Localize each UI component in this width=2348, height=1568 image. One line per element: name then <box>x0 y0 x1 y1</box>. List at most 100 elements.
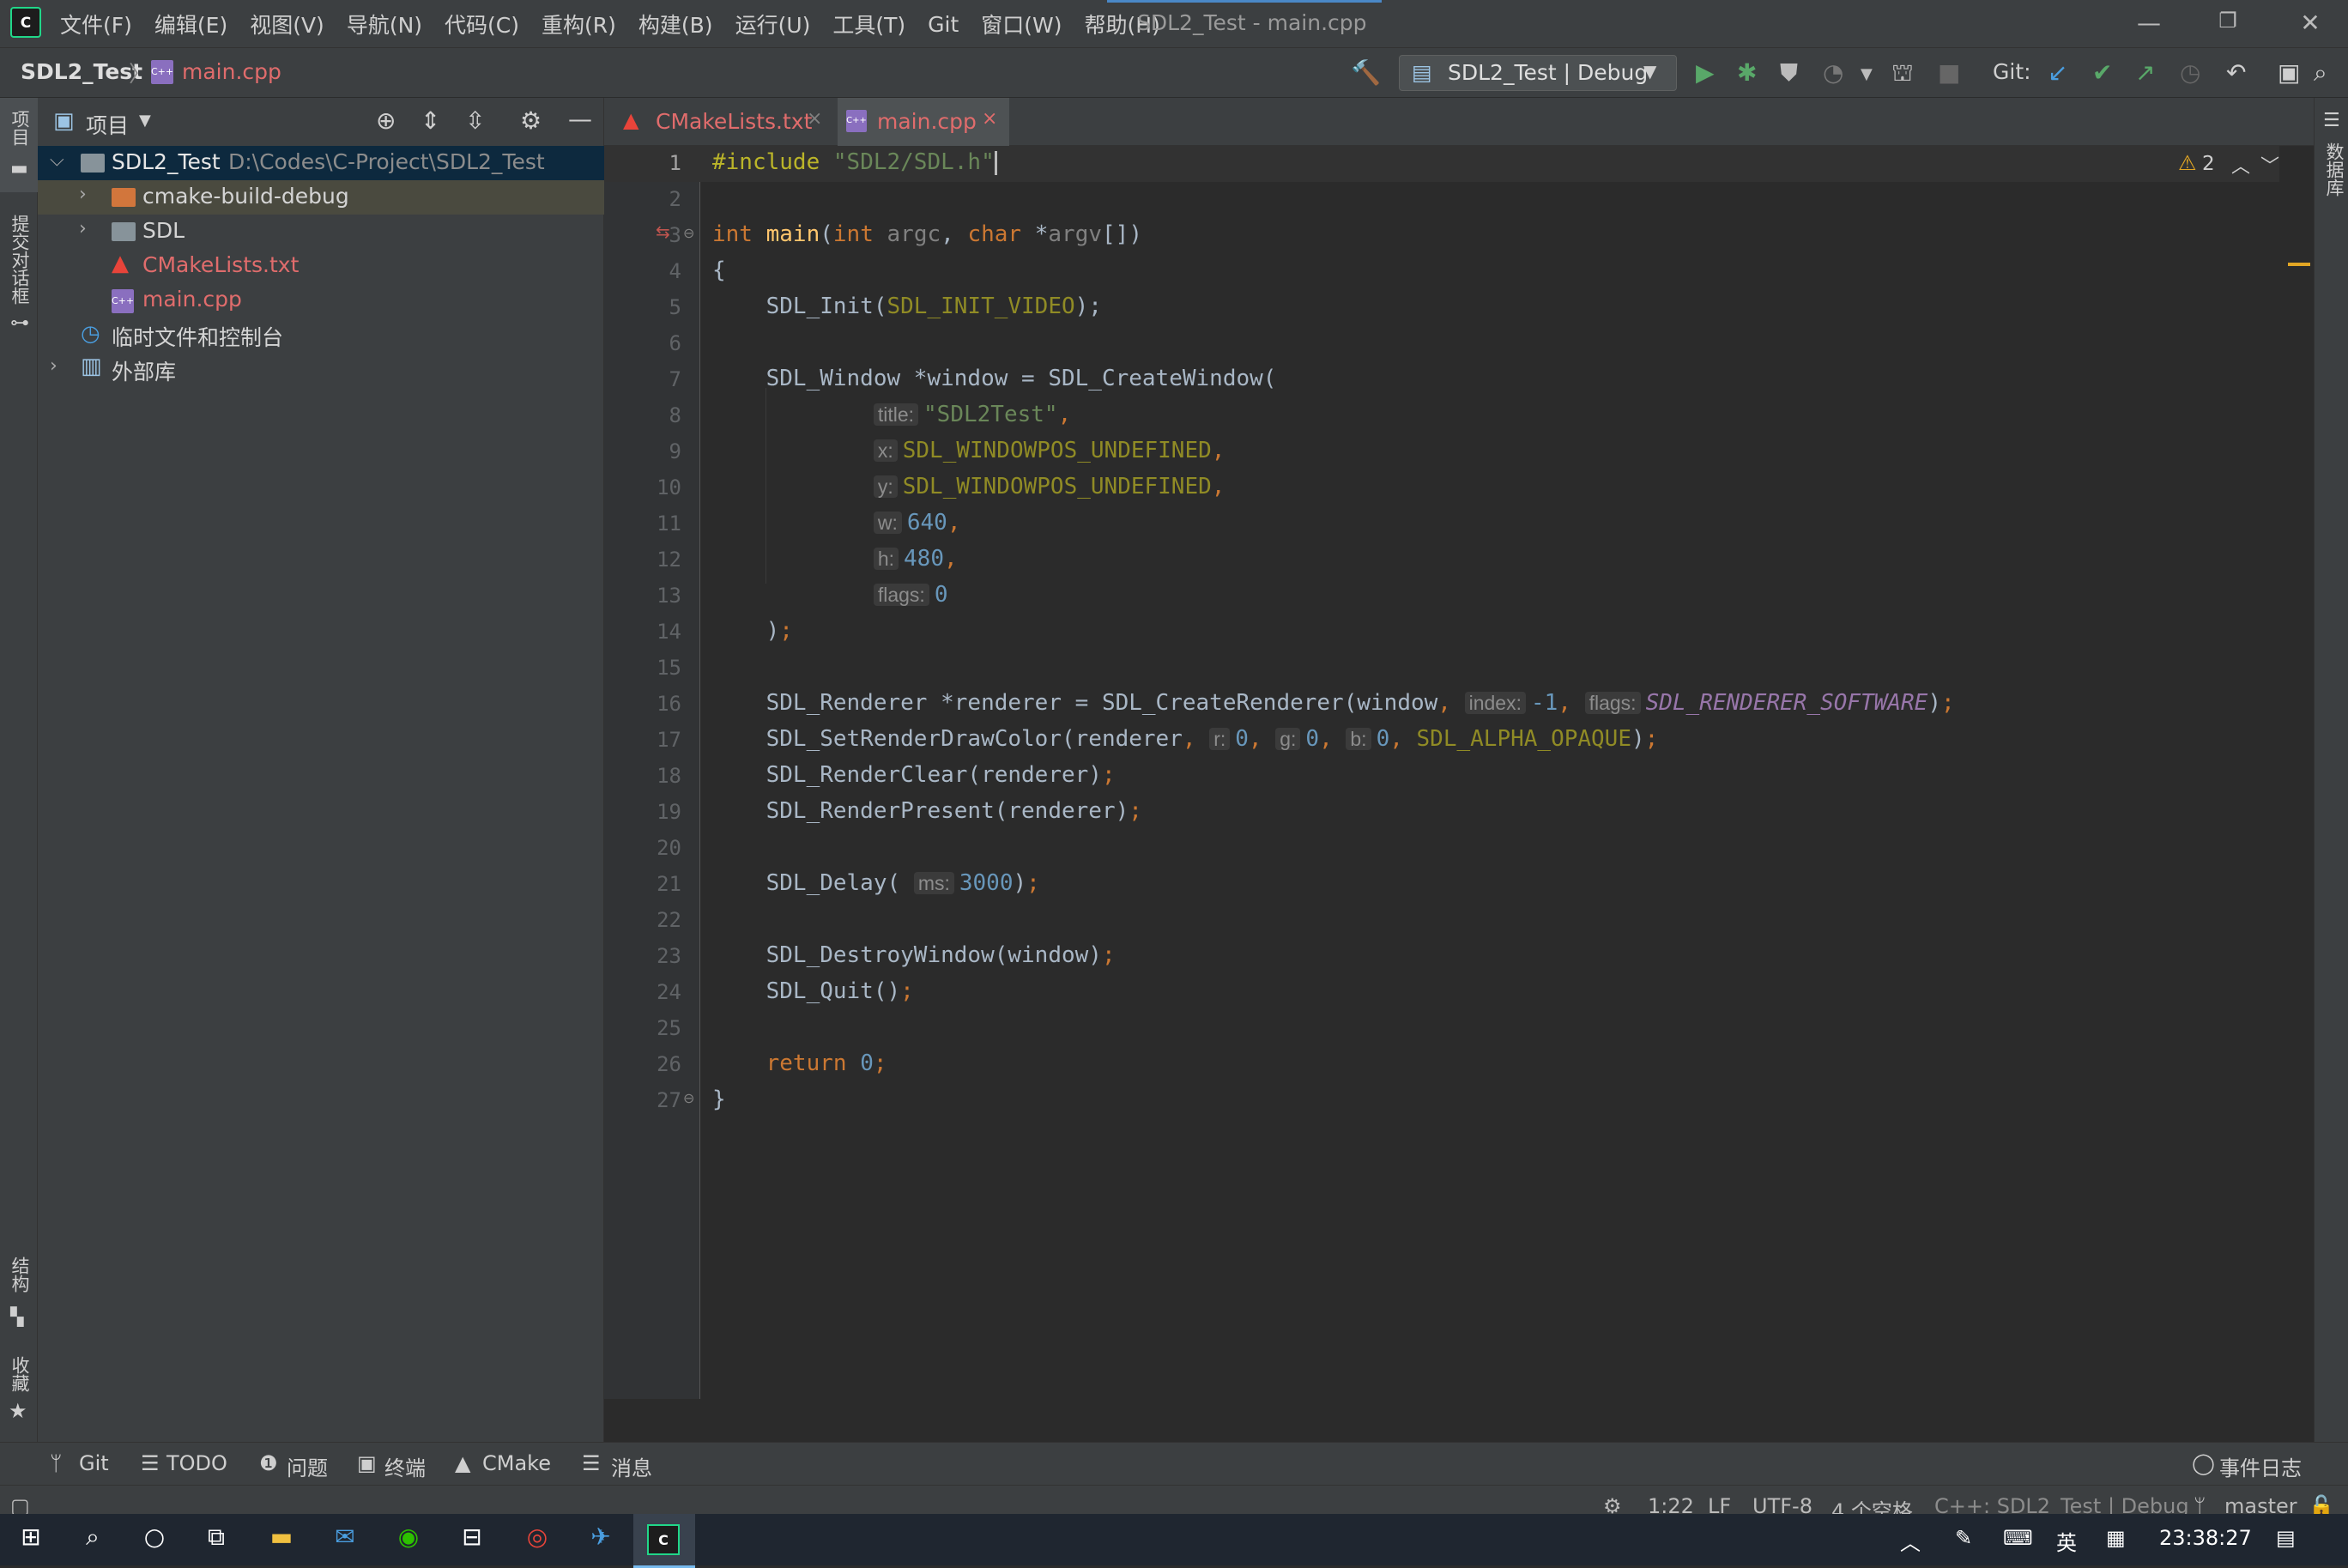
menu-run[interactable]: 运行(U) <box>735 9 811 39</box>
cortana-circle-icon[interactable]: ○ <box>136 1523 173 1557</box>
line-number: 5 <box>669 295 681 319</box>
tool-commit[interactable]: 提交对话框 <box>7 215 33 305</box>
tool-tab-messages[interactable]: 消息 <box>611 1451 652 1481</box>
menu-refactor[interactable]: 重构(R) <box>542 9 616 39</box>
tree-item-scratches[interactable]: ◷ 临时文件和控制台 <box>38 318 604 352</box>
menu-tools[interactable]: 工具(T) <box>832 9 905 39</box>
run-configuration-select[interactable]: ▤ SDL2_Test | Debug ▼ <box>1399 55 1677 91</box>
menu-edit[interactable]: 编辑(E) <box>154 9 227 39</box>
tree-item-cmakelists[interactable]: ▲ CMakeLists.txt <box>38 249 604 283</box>
pen-icon[interactable]: ✎ <box>1955 1526 1972 1550</box>
tool-tab-todo[interactable]: TODO <box>166 1451 227 1475</box>
debug-bug-icon[interactable]: ✱ <box>1737 58 1757 87</box>
more-run-chevron-icon[interactable]: ▼ <box>1861 65 1873 83</box>
ime-grid-icon[interactable]: ▦ <box>2106 1526 2126 1550</box>
chevron-right-icon[interactable]: › <box>50 355 57 377</box>
settings-gear-icon[interactable]: ⚙ <box>520 106 542 135</box>
tool-database[interactable]: 数据库 <box>2321 142 2347 197</box>
coverage-icon[interactable]: ⛊ <box>1780 58 1798 88</box>
fold-icon[interactable]: ⊖ <box>683 225 694 241</box>
tool-project[interactable]: 项目 <box>7 110 33 146</box>
clion-logo-icon[interactable]: C <box>10 7 41 38</box>
line-number: 27 <box>657 1088 681 1112</box>
override-marker-icon[interactable]: ⇆ <box>656 221 670 242</box>
menu-window[interactable]: 窗口(W) <box>981 9 1062 39</box>
close-icon[interactable]: ✕ <box>2293 9 2327 37</box>
tree-item-external-libraries[interactable]: › ▥ 外部库 <box>38 352 604 386</box>
windows-start-icon[interactable]: ⊞ <box>12 1523 50 1557</box>
attach-debugger-icon[interactable]: ⛫ <box>1891 58 1914 90</box>
presentation-icon[interactable]: ▣ <box>2278 58 2300 87</box>
clion-taskbar-button[interactable]: C <box>633 1514 695 1568</box>
keyboard-icon[interactable]: ⌨ <box>2003 1526 2033 1550</box>
ime-mode[interactable]: 英 <box>2056 1526 2077 1556</box>
menu-file[interactable]: 文件(F) <box>60 9 132 39</box>
store-bag-icon[interactable]: ⊟ <box>453 1523 491 1557</box>
tool-bookmarks[interactable]: 收藏 <box>7 1356 33 1392</box>
minimize-icon[interactable]: — <box>2132 9 2166 37</box>
clock-time[interactable]: 23:38:27 <box>2159 1526 2252 1550</box>
search-icon[interactable]: ⌕ <box>74 1523 112 1557</box>
search-everywhere-icon[interactable]: ⌕ <box>2314 58 2327 88</box>
mail-icon[interactable]: ✉ <box>326 1523 364 1557</box>
tab-cmakelists[interactable]: ▲ CMakeLists.txt × <box>616 98 831 146</box>
rollback-icon[interactable]: ↶ <box>2226 58 2246 87</box>
line-number: 21 <box>657 872 681 896</box>
code-editor[interactable]: #include "SDL2/SDL.h" int main(int argc,… <box>700 146 2314 1399</box>
tool-tab-git[interactable]: Git <box>79 1451 109 1475</box>
collapse-all-icon[interactable]: ⇳ <box>465 106 485 135</box>
run-icon[interactable]: ▶ <box>1696 58 1715 87</box>
file-explorer-icon[interactable]: ▬ <box>263 1523 300 1557</box>
menu-code[interactable]: 代码(C) <box>445 9 519 39</box>
tool-tab-cmake[interactable]: CMake <box>482 1451 551 1475</box>
tree-item-project-root[interactable]: ⌵ SDL2_Test D:\Codes\C-Project\SDL2_Test <box>38 146 604 180</box>
view-chevron-down-icon[interactable]: ▼ <box>139 112 151 130</box>
tab-close-icon[interactable]: × <box>982 108 997 130</box>
chrome-icon[interactable]: ◎ <box>518 1523 556 1557</box>
task-view-icon[interactable]: ⧉ <box>197 1523 235 1557</box>
tray-expand-icon[interactable]: ︿ <box>1900 1526 1921 1556</box>
chevron-right-icon[interactable]: › <box>79 218 87 239</box>
profile-icon[interactable]: ◔ <box>1823 58 1843 87</box>
breadcrumb-project[interactable]: SDL2_Test <box>21 59 142 84</box>
menu-build[interactable]: 构建(B) <box>638 9 713 39</box>
fold-icon[interactable]: ⊖ <box>683 1090 694 1106</box>
tool-tab-event-log[interactable]: 事件日志 <box>2219 1451 2302 1481</box>
project-view-title[interactable]: 项目 <box>86 109 129 140</box>
breadcrumb-file[interactable]: main.cpp <box>182 59 281 84</box>
build-hammer-icon[interactable]: 🔨 <box>1351 58 1381 87</box>
git-update-icon[interactable]: ↙ <box>2048 58 2067 87</box>
tab-main-cpp[interactable]: C++ main.cpp × <box>838 98 1009 148</box>
git-label: Git: <box>1993 59 2031 84</box>
tool-tab-problems[interactable]: 问题 <box>287 1451 328 1481</box>
scratches-clock-icon: ◷ <box>81 321 100 347</box>
wechat-icon[interactable]: ◉ <box>390 1523 427 1557</box>
locate-target-icon[interactable]: ⊕ <box>376 106 396 135</box>
notification-icon[interactable]: ▤ <box>2276 1526 2296 1550</box>
param-hint: r: <box>1209 728 1231 750</box>
git-commit-icon[interactable]: ✔ <box>2092 58 2112 87</box>
menu-navigate[interactable]: 导航(N) <box>347 9 422 39</box>
warning-stripe-marker[interactable] <box>2288 263 2310 266</box>
tree-item-sdl[interactable]: › SDL <box>38 215 604 249</box>
tool-tab-terminal[interactable]: 终端 <box>384 1451 426 1481</box>
stop-icon[interactable]: ■ <box>1938 58 1960 87</box>
restore-icon[interactable]: ❐ <box>2211 9 2245 33</box>
tab-close-icon[interactable]: × <box>807 108 822 130</box>
git-push-icon[interactable]: ↗ <box>2135 58 2155 87</box>
next-highlight-icon[interactable]: ﹀ <box>2260 151 2279 179</box>
chevron-right-icon[interactable]: › <box>79 184 87 205</box>
inspection-widget[interactable]: ⚠ 2 ︿ ﹀ <box>2178 149 2281 180</box>
tree-item-main-cpp[interactable]: C++ main.cpp <box>38 283 604 318</box>
tool-structure[interactable]: 结构 <box>7 1256 33 1293</box>
expand-all-icon[interactable]: ⇕ <box>421 106 440 135</box>
hide-panel-icon[interactable]: — <box>568 105 592 133</box>
git-history-icon[interactable]: ◷ <box>2180 58 2200 87</box>
menu-view[interactable]: 视图(V) <box>250 9 324 39</box>
dingtalk-icon[interactable]: ✈ <box>582 1523 620 1557</box>
tree-item-label: 外部库 <box>112 360 177 384</box>
chevron-down-icon[interactable]: ⌵ <box>50 149 64 171</box>
menu-git[interactable]: Git <box>928 12 959 37</box>
previous-highlight-icon[interactable]: ︿ <box>2231 151 2250 179</box>
tree-item-cmake-build-debug[interactable]: › cmake-build-debug <box>38 180 604 215</box>
